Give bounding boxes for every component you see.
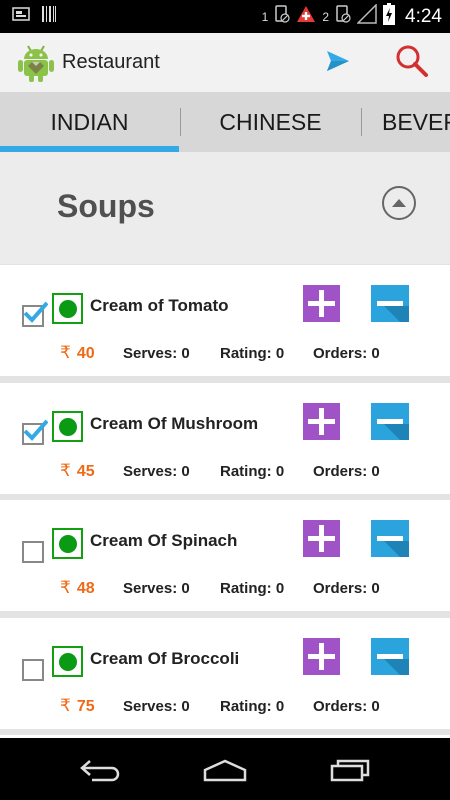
search-button[interactable] <box>392 43 432 83</box>
item-name: Cream Of Spinach <box>90 531 238 550</box>
item-checkbox[interactable] <box>22 301 48 327</box>
remove-quantity-button[interactable] <box>371 638 409 675</box>
action-bar: Restaurant <box>0 33 450 92</box>
add-quantity-button[interactable] <box>303 285 340 322</box>
rating-value: Rating: 0 <box>220 580 285 597</box>
menu-item-card: Cream Of Spinach ₹48 Serves: 0 Rating: 0… <box>0 500 450 611</box>
status-bar: 1 2 4:24 <box>0 0 450 33</box>
android-robot-icon[interactable] <box>18 44 54 82</box>
price-value: 75 <box>76 698 95 715</box>
orders-count: Orders: 0 <box>313 580 380 597</box>
collapse-section-button[interactable] <box>382 186 416 220</box>
serves-count: Serves: 0 <box>123 345 190 362</box>
search-icon <box>395 44 429 83</box>
menu-item-card: Cream Of Mushroom ₹45 Serves: 0 Rating: … <box>0 383 450 494</box>
plus-icon <box>308 643 335 670</box>
rating-value: Rating: 0 <box>220 463 285 480</box>
battery-charging-icon <box>383 3 396 30</box>
minus-icon <box>377 419 409 440</box>
item-price: ₹40 <box>60 343 95 363</box>
home-button[interactable] <box>195 750 255 790</box>
home-icon <box>203 759 247 782</box>
item-checkbox[interactable] <box>22 659 44 681</box>
price-value: 48 <box>76 580 95 597</box>
plus-icon <box>308 525 335 552</box>
menu-list[interactable]: Soups Cream of Tomato ₹40 Serves: 0 Rati… <box>0 152 450 738</box>
send-button[interactable] <box>318 43 358 83</box>
price-value: 45 <box>76 463 95 480</box>
cell-signal-icon <box>356 3 377 29</box>
tab-beverages[interactable]: BEVER <box>362 92 450 152</box>
item-name: Cream Of Broccoli <box>90 649 240 668</box>
checkmark-icon <box>23 301 48 323</box>
orders-count: Orders: 0 <box>313 463 380 480</box>
recent-apps-button[interactable] <box>320 750 380 790</box>
section-title: Soups <box>57 188 155 224</box>
menu-item-card: Cream of Tomato ₹40 Serves: 0 Rating: 0 … <box>0 265 450 376</box>
serves-count: Serves: 0 <box>123 580 190 597</box>
screenshot-notification-icon <box>12 7 30 26</box>
veg-mark-icon <box>52 411 83 442</box>
item-checkbox[interactable] <box>22 541 44 563</box>
orders-count: Orders: 0 <box>313 345 380 362</box>
item-price: ₹48 <box>60 578 95 598</box>
tab-indian[interactable]: INDIAN <box>0 92 179 152</box>
add-quantity-button[interactable] <box>303 403 340 440</box>
sim2-signal-icon <box>335 5 351 28</box>
remove-quantity-button[interactable] <box>371 285 409 322</box>
back-button[interactable] <box>70 750 130 790</box>
menu-item-card: Cream Of Broccoli ₹75 Serves: 0 Rating: … <box>0 618 450 729</box>
item-price: ₹45 <box>60 461 95 481</box>
remove-quantity-button[interactable] <box>371 520 409 557</box>
remove-quantity-button[interactable] <box>371 403 409 440</box>
item-price: ₹75 <box>60 696 95 716</box>
veg-mark-icon <box>52 293 83 324</box>
rating-value: Rating: 0 <box>220 345 285 362</box>
add-quantity-button[interactable] <box>303 520 340 557</box>
rupee-symbol: ₹ <box>60 578 71 597</box>
rupee-symbol: ₹ <box>60 461 71 480</box>
veg-mark-icon <box>52 528 83 559</box>
tab-chinese[interactable]: CHINESE <box>181 92 360 152</box>
veg-mark-icon <box>52 646 83 677</box>
checkmark-icon <box>23 419 48 441</box>
chevron-up-circle-icon <box>392 194 406 212</box>
recent-apps-icon <box>330 759 370 782</box>
back-icon <box>80 760 120 782</box>
sim2-label: 2 <box>322 9 330 24</box>
add-quantity-button[interactable] <box>303 638 340 675</box>
barcode-notification-icon <box>42 6 56 27</box>
section-header[interactable]: Soups <box>0 152 450 264</box>
minus-icon <box>377 654 409 675</box>
rupee-symbol: ₹ <box>60 696 71 715</box>
category-tabs: INDIAN CHINESE BEVER <box>0 92 450 152</box>
orders-count: Orders: 0 <box>313 698 380 715</box>
sim1-label: 1 <box>261 9 269 24</box>
minus-icon <box>377 536 409 557</box>
clock: 4:24 <box>405 5 442 27</box>
alert-icon <box>296 5 316 28</box>
plus-icon <box>308 408 335 435</box>
navigation-bar <box>0 738 450 800</box>
plus-icon <box>308 290 335 317</box>
item-name: Cream Of Mushroom <box>90 414 259 433</box>
item-name: Cream of Tomato <box>90 296 229 315</box>
price-value: 40 <box>76 345 95 362</box>
rupee-symbol: ₹ <box>60 343 71 362</box>
serves-count: Serves: 0 <box>123 698 190 715</box>
minus-icon <box>377 301 409 322</box>
sim1-signal-icon <box>274 5 290 28</box>
send-icon <box>326 50 350 77</box>
serves-count: Serves: 0 <box>123 463 190 480</box>
rating-value: Rating: 0 <box>220 698 285 715</box>
app-title: Restaurant <box>62 51 160 73</box>
item-checkbox[interactable] <box>22 419 48 445</box>
